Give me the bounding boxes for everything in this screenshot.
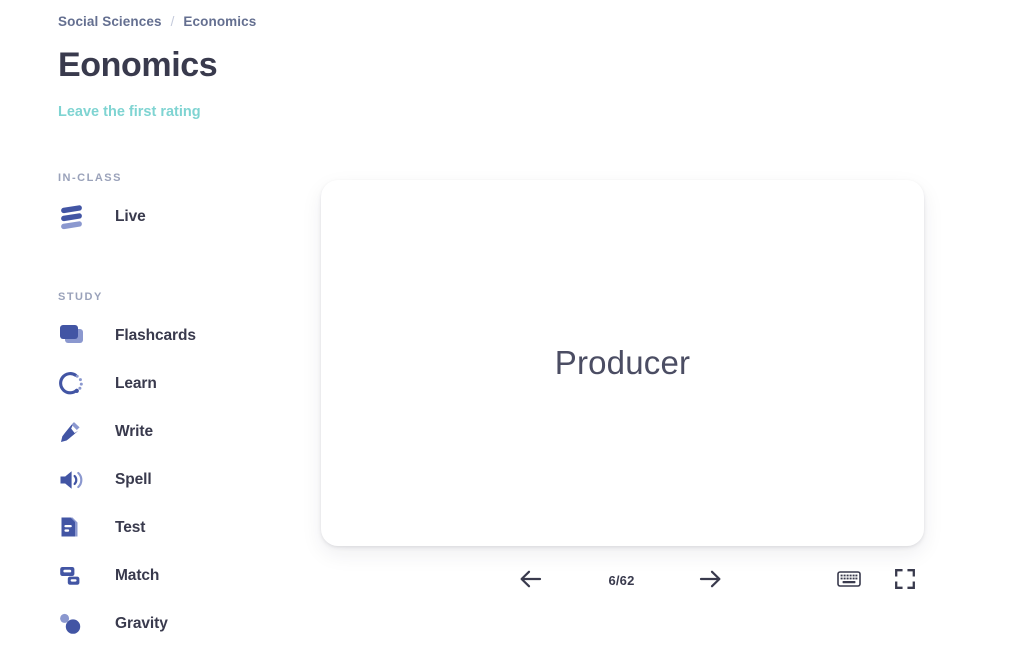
sidebar-item-label-test: Test — [115, 518, 146, 536]
sidebar-group-in-class: IN-CLASS Live — [58, 172, 278, 240]
arrow-right-icon — [697, 568, 723, 593]
test-document-icon — [58, 513, 92, 543]
keyboard-icon — [837, 570, 861, 591]
sidebar-group-label-in-class: IN-CLASS — [58, 172, 122, 184]
sidebar-group-label-study: STUDY — [58, 291, 103, 303]
sidebar-item-label-match: Match — [115, 566, 160, 584]
breadcrumb: Social Sciences / Economics — [58, 14, 256, 29]
page-title: Eonomics — [58, 46, 218, 84]
flashcard-term: Producer — [554, 344, 691, 381]
flashcard[interactable]: Producer — [321, 180, 924, 546]
card-counter: 6/62 — [608, 572, 635, 588]
fullscreen-button[interactable] — [889, 564, 921, 596]
write-pen-icon — [58, 417, 92, 447]
sidebar-item-learn[interactable]: Learn — [58, 360, 278, 407]
next-card-button[interactable] — [694, 564, 726, 596]
sidebar-item-live[interactable]: Live — [58, 193, 278, 240]
sidebar-item-spell[interactable]: Spell — [58, 456, 278, 503]
sidebar-item-label-spell: Spell — [115, 470, 152, 488]
fullscreen-icon — [894, 568, 916, 593]
previous-card-button[interactable] — [515, 564, 547, 596]
arrow-left-icon — [518, 568, 544, 593]
sidebar-item-label-live: Live — [115, 207, 146, 225]
sidebar-item-label-gravity: Gravity — [115, 614, 168, 632]
sidebar-item-gravity[interactable]: Gravity — [58, 600, 278, 647]
sidebar: IN-CLASS Live STUDY Flashcards Learn Wri… — [58, 172, 278, 657]
sidebar-item-test[interactable]: Test — [58, 504, 278, 551]
breadcrumb-separator: / — [170, 14, 175, 29]
live-bars-icon — [58, 202, 92, 232]
sidebar-item-match[interactable]: Match — [58, 552, 278, 599]
sidebar-item-label-flashcards: Flashcards — [115, 326, 196, 344]
sidebar-group-study: STUDY Flashcards Learn Write Spell Test … — [58, 291, 278, 647]
breadcrumb-item-social-sciences[interactable]: Social Sciences — [58, 14, 162, 29]
flashcard-controls: 6/62 — [321, 560, 924, 600]
keyboard-shortcuts-button[interactable] — [833, 564, 865, 596]
gravity-asteroid-icon — [58, 609, 92, 639]
learn-circle-icon — [58, 369, 92, 399]
match-tiles-icon — [58, 561, 92, 591]
flashcards-page: Social Sciences / Economics Eonomics Lea… — [0, 0, 1015, 660]
breadcrumb-item-economics[interactable]: Economics — [183, 14, 256, 29]
sidebar-item-write[interactable]: Write — [58, 408, 278, 455]
leave-rating-link[interactable]: Leave the first rating — [58, 104, 201, 120]
sidebar-item-label-learn: Learn — [115, 374, 157, 392]
spell-speaker-icon — [58, 465, 92, 495]
sidebar-item-label-write: Write — [115, 422, 153, 440]
sidebar-item-flashcards[interactable]: Flashcards — [58, 312, 278, 359]
page-header: Social Sciences / Economics Eonomics Lea… — [58, 14, 256, 121]
flashcards-stack-icon — [58, 321, 92, 351]
